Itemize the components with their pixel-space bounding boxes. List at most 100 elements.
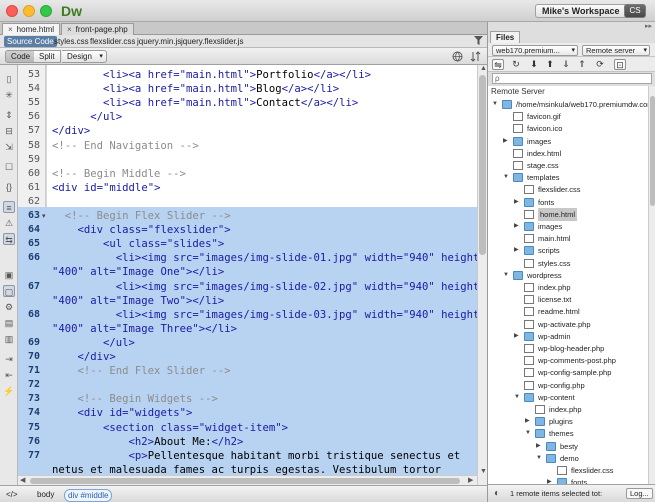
- code-line[interactable]: "400" alt="Image One"></li>: [52, 266, 224, 278]
- collapsed-arrow-icon[interactable]: ▶: [503, 135, 508, 148]
- collapsed-arrow-icon[interactable]: ▶: [514, 196, 519, 209]
- tree-item[interactable]: readme.html: [488, 305, 648, 318]
- tree-item[interactable]: ▼ demo: [488, 452, 648, 465]
- tree-item[interactable]: ▼ themes: [488, 427, 648, 440]
- check-out-icon[interactable]: ⇓: [560, 59, 572, 70]
- code-line[interactable]: netus et malesuada fames ac turpis egest…: [52, 464, 441, 476]
- code-line[interactable]: <li><img src="images/img-slide-02.jpg" w…: [52, 281, 486, 293]
- code-line[interactable]: <h2>About Me:</h2>: [52, 436, 244, 448]
- related-file-styles[interactable]: styles.css: [54, 36, 89, 47]
- tree-item[interactable]: ▶ besty: [488, 440, 648, 453]
- tag-selector-body[interactable]: body: [37, 489, 54, 500]
- code-line[interactable]: <section class="widget-item">: [52, 422, 288, 434]
- related-file-jquery[interactable]: jquery.min.js: [137, 36, 181, 47]
- collapsed-arrow-icon[interactable]: ▶: [514, 220, 519, 233]
- tree-item[interactable]: index.php: [488, 281, 648, 294]
- collapse-panel-icon[interactable]: ▸▸: [645, 22, 652, 30]
- related-file-jquery-flexslider[interactable]: jquery.flexslider.js: [181, 36, 244, 47]
- tree-item[interactable]: styles.css: [488, 257, 648, 270]
- balance-braces-icon[interactable]: {}: [3, 181, 15, 193]
- scroll-up-icon[interactable]: ▲: [480, 65, 487, 72]
- put-files-icon[interactable]: ⬆: [544, 59, 556, 70]
- collapsed-arrow-icon[interactable]: ▶: [514, 244, 519, 257]
- close-window-button[interactable]: [6, 5, 18, 17]
- tree-item[interactable]: ▼ wp-content: [488, 391, 648, 404]
- expanded-arrow-icon[interactable]: ▼: [525, 427, 531, 440]
- editor-horizontal-scrollbar[interactable]: ◀ ▶: [18, 475, 477, 485]
- scroll-left-icon[interactable]: ◀: [20, 476, 25, 484]
- scroll-thumb[interactable]: [650, 96, 655, 206]
- tree-item[interactable]: wp-comments-post.php: [488, 354, 648, 367]
- expand-panel-icon[interactable]: ⊡: [614, 59, 626, 70]
- close-tab-icon[interactable]: ×: [67, 25, 72, 34]
- code-line[interactable]: <li><a href="main.html">Blog</a></li>: [52, 83, 339, 95]
- related-file-source-code[interactable]: Source Code: [4, 36, 57, 47]
- files-search-input[interactable]: ρ: [492, 73, 652, 84]
- expanded-arrow-icon[interactable]: ▼: [492, 98, 498, 111]
- tree-item[interactable]: home.html: [488, 207, 648, 221]
- close-tab-icon[interactable]: ×: [8, 25, 13, 34]
- code-line[interactable]: <ul class="slides">: [52, 238, 224, 250]
- code-line[interactable]: <div id="middle">: [52, 182, 160, 194]
- file-management-icon[interactable]: ✳: [3, 89, 15, 101]
- remove-comment-icon[interactable]: ▢: [3, 285, 15, 297]
- tree-item[interactable]: wp-config.php: [488, 379, 648, 392]
- view-select[interactable]: Remote server ▾: [582, 45, 650, 56]
- tree-item[interactable]: ▶ wp-admin: [488, 330, 648, 343]
- collapsed-arrow-icon[interactable]: ▶: [536, 440, 541, 453]
- collapsed-arrow-icon[interactable]: ▶: [525, 415, 530, 428]
- scroll-down-icon[interactable]: ▼: [480, 468, 487, 475]
- code-line[interactable]: </div>: [52, 351, 116, 363]
- expanded-arrow-icon[interactable]: ▼: [514, 391, 520, 404]
- code-line[interactable]: <li><a href="main.html">Portfolio</a></l…: [52, 69, 371, 81]
- tree-item[interactable]: wp-activate.php: [488, 318, 648, 331]
- check-in-icon[interactable]: ⇑: [576, 59, 588, 70]
- tree-item[interactable]: ▼ wordpress: [488, 269, 648, 282]
- highlight-invalid-icon[interactable]: ⚠: [3, 217, 15, 229]
- tab-front-page-php[interactable]: × front-page.php: [61, 23, 134, 35]
- tree-item[interactable]: ▶ images: [488, 220, 648, 233]
- outdent-code-icon[interactable]: ⇤: [3, 369, 15, 381]
- code-line[interactable]: </ul>: [52, 337, 135, 349]
- minimize-window-button[interactable]: [23, 5, 35, 17]
- tree-item[interactable]: main.html: [488, 232, 648, 245]
- tree-item[interactable]: ▶ fonts: [488, 476, 648, 484]
- creative-cloud-button[interactable]: CS: [624, 4, 646, 18]
- code-line[interactable]: "400" alt="Image Two"></li>: [52, 295, 224, 307]
- code-line[interactable]: <!-- End Navigation -->: [52, 140, 199, 152]
- expand-all-icon[interactable]: ⇲: [3, 141, 15, 153]
- recent-snippets-icon[interactable]: ▤: [3, 317, 15, 329]
- wrap-tag-icon[interactable]: ⚙: [3, 301, 15, 313]
- sort-icon[interactable]: [470, 51, 481, 64]
- code-line[interactable]: <li><a href="main.html">Contact</a></li>: [52, 97, 358, 109]
- filter-icon[interactable]: [474, 36, 483, 47]
- code-line[interactable]: <div class="flexslider">: [52, 224, 231, 236]
- expanded-arrow-icon[interactable]: ▼: [503, 269, 509, 282]
- globe-icon[interactable]: [452, 51, 463, 65]
- scroll-right-icon[interactable]: ▶: [468, 476, 473, 484]
- word-wrap-icon[interactable]: ⇆: [3, 233, 15, 245]
- collapse-selection-icon[interactable]: ⊟: [3, 125, 15, 137]
- collapsed-arrow-icon[interactable]: ▶: [514, 330, 519, 343]
- code-view-button[interactable]: Code: [5, 50, 37, 63]
- tree-item[interactable]: ▶ plugins: [488, 415, 648, 428]
- split-view-button[interactable]: Split: [34, 50, 61, 63]
- tree-item[interactable]: flexslider.css: [488, 464, 648, 477]
- code-line[interactable]: <p>Pellentesque habitant morbi tristique…: [52, 450, 461, 462]
- files-scrollbar[interactable]: [648, 86, 655, 484]
- synchronize-icon[interactable]: ⟳: [594, 59, 606, 70]
- code-tag-icon[interactable]: </>: [6, 489, 18, 500]
- tree-item[interactable]: ▶ scripts: [488, 244, 648, 257]
- expanded-arrow-icon[interactable]: ▼: [503, 171, 509, 184]
- tree-item[interactable]: flexslider.css: [488, 183, 648, 196]
- select-parent-tag-icon[interactable]: ☐: [3, 161, 15, 173]
- fold-toggle-icon[interactable]: ▾: [42, 212, 46, 220]
- code-line[interactable]: <li><img src="images/img-slide-03.jpg" w…: [52, 309, 486, 321]
- code-line[interactable]: <li><img src="images/img-slide-01.jpg" w…: [52, 252, 486, 264]
- tree-item[interactable]: favicon.ico: [488, 122, 648, 135]
- design-view-button[interactable]: Design ▾: [62, 50, 107, 63]
- tree-item[interactable]: index.html: [488, 147, 648, 160]
- code-line[interactable]: <!-- End Flex Slider -->: [52, 365, 231, 377]
- open-documents-icon[interactable]: ▯: [3, 73, 15, 85]
- files-tab[interactable]: Files: [490, 31, 521, 43]
